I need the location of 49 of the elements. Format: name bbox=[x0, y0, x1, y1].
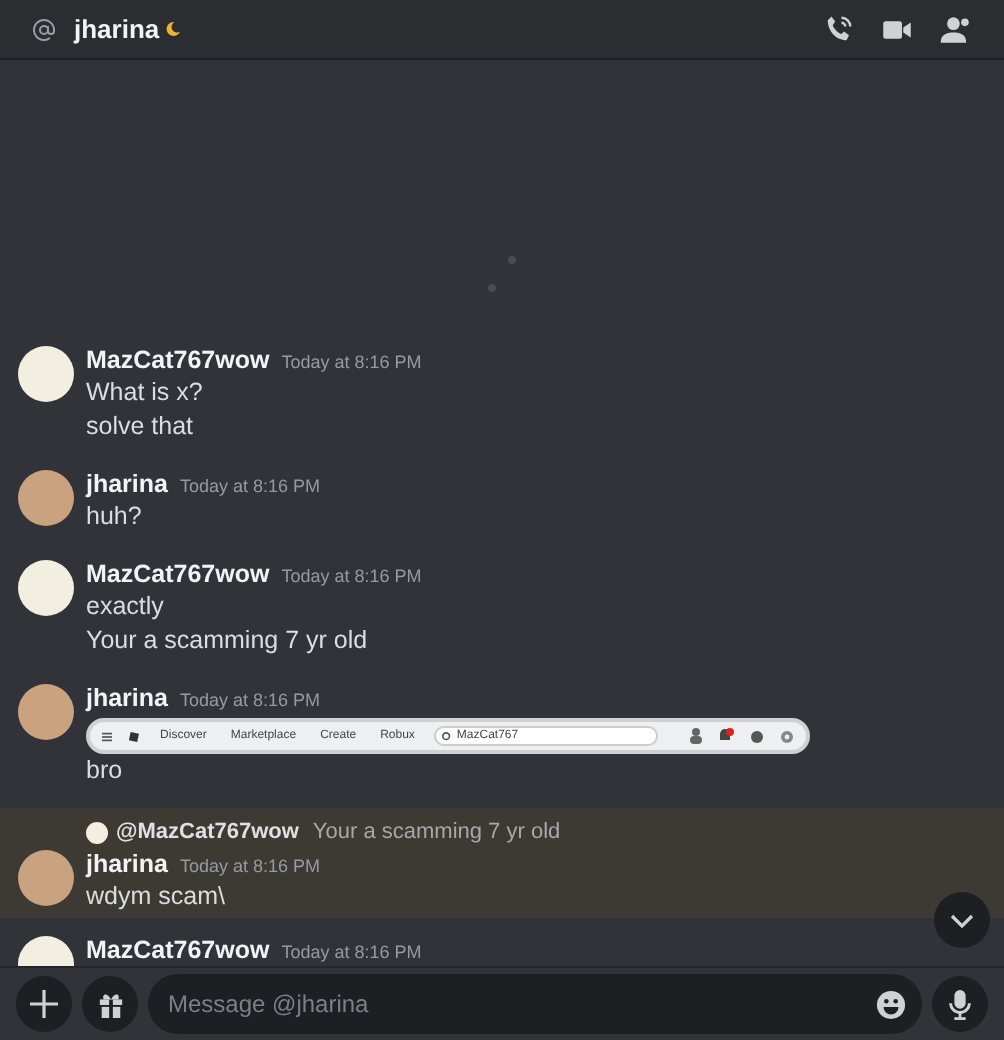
avatar[interactable] bbox=[18, 850, 74, 906]
avatar[interactable] bbox=[18, 560, 74, 616]
message-text: What is x? bbox=[86, 376, 205, 410]
message-text: solve that bbox=[86, 410, 196, 444]
timestamp: Today at 8:16 PM bbox=[180, 474, 321, 500]
timestamp: Today at 8:16 PM bbox=[180, 854, 321, 880]
avatar[interactable] bbox=[86, 821, 108, 843]
username: MazCat767wow bbox=[86, 560, 270, 590]
menu-icon bbox=[102, 731, 113, 741]
message-text: Your a scamming 7 yr old bbox=[86, 624, 370, 658]
chevron-down-icon bbox=[950, 913, 974, 927]
message-text: exactly bbox=[86, 590, 166, 624]
smiley-icon[interactable] bbox=[876, 989, 906, 1019]
username: jharina bbox=[86, 684, 168, 714]
message-text: wdym scam\ bbox=[86, 880, 227, 914]
jump-to-bottom-button[interactable] bbox=[934, 892, 990, 948]
logo-icon bbox=[128, 729, 141, 743]
username: MazCat767wow bbox=[86, 936, 270, 966]
reply-author: @MazCat767wow bbox=[116, 817, 299, 848]
avatar[interactable] bbox=[18, 684, 74, 740]
gift-button[interactable] bbox=[82, 976, 138, 1032]
channel-name: jharina bbox=[74, 11, 160, 48]
message-text: bro bbox=[86, 754, 125, 788]
gift-icon bbox=[97, 991, 123, 1017]
username: jharina bbox=[86, 470, 168, 500]
timestamp: Today at 8:16 PM bbox=[281, 940, 422, 966]
bell-icon bbox=[718, 728, 734, 744]
timestamp: Today at 8:16 PM bbox=[281, 564, 422, 590]
people-icon[interactable] bbox=[940, 15, 972, 43]
at-sign-icon bbox=[32, 17, 56, 41]
username: MazCat767wow bbox=[86, 346, 270, 376]
search-icon bbox=[442, 731, 453, 741]
video-camera-icon[interactable] bbox=[882, 17, 912, 41]
avatar[interactable] bbox=[18, 470, 74, 526]
person-icon bbox=[690, 728, 702, 744]
avatar[interactable] bbox=[18, 346, 74, 402]
message-text: huh? bbox=[86, 500, 144, 534]
reply-preview: Your a scamming 7 yr old bbox=[312, 817, 561, 848]
microphone-button[interactable] bbox=[932, 976, 988, 1032]
moon-icon bbox=[165, 22, 180, 36]
message-input[interactable]: Message @jharina bbox=[148, 974, 922, 1034]
timestamp: Today at 8:16 PM bbox=[281, 350, 422, 376]
timestamp: Today at 8:16 PM bbox=[180, 688, 321, 714]
username: jharina bbox=[86, 850, 168, 880]
plus-icon bbox=[30, 990, 58, 1018]
add-button[interactable] bbox=[16, 976, 72, 1032]
settings-icon bbox=[780, 729, 794, 743]
microphone-icon bbox=[948, 989, 972, 1019]
phone-call-icon[interactable] bbox=[824, 14, 854, 44]
